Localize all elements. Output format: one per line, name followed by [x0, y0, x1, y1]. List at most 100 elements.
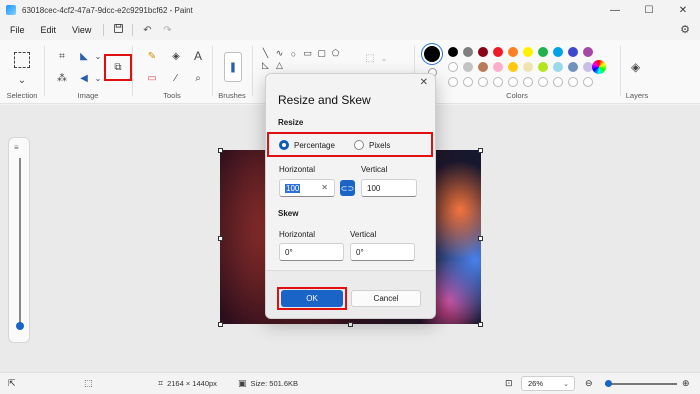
close-icon[interactable]: ✕: [420, 77, 428, 88]
color-swatch[interactable]: [553, 62, 563, 72]
dialog-title: Resize and Skew: [278, 93, 371, 107]
vertical-label: Vertical: [361, 165, 388, 174]
vertical-zoom-track[interactable]: [19, 158, 21, 328]
color-swatch[interactable]: [538, 47, 548, 57]
close-window-button[interactable]: ✕: [666, 0, 700, 20]
color-swatch[interactable]: [463, 62, 473, 72]
chevron-down-icon[interactable]: ⌄: [376, 50, 392, 66]
custom-color-slot[interactable]: [508, 77, 518, 87]
line-shape-icon[interactable]: ╲: [260, 48, 271, 59]
text-icon[interactable]: A: [190, 48, 206, 64]
ok-button[interactable]: OK: [281, 290, 343, 307]
color-picker-icon[interactable]: ⁄: [168, 70, 184, 86]
color-swatch[interactable]: [448, 62, 458, 72]
zoom-in-icon[interactable]: ⊕: [682, 378, 690, 389]
maximize-button[interactable]: ☐: [632, 0, 666, 20]
ribbon-divider: [252, 46, 253, 96]
percentage-radio[interactable]: [279, 140, 289, 150]
color-swatch[interactable]: [463, 47, 473, 57]
rectangle-shape-icon[interactable]: ▭: [302, 48, 313, 59]
vertical-input[interactable]: 100: [361, 179, 417, 197]
percentage-radio-label[interactable]: Percentage: [294, 141, 335, 150]
color-swatch[interactable]: [583, 47, 593, 57]
custom-color-slot[interactable]: [538, 77, 548, 87]
color-swatch[interactable]: [508, 47, 518, 57]
brush-icon[interactable]: ❚: [224, 52, 242, 82]
eraser-icon[interactable]: ▭: [144, 70, 160, 86]
menu-view[interactable]: View: [64, 25, 99, 35]
resize-handle[interactable]: [348, 322, 353, 327]
color-swatch[interactable]: [568, 62, 578, 72]
gear-icon[interactable]: ⚙: [680, 23, 690, 36]
magnifier-icon[interactable]: ⌕: [190, 70, 206, 86]
fill-icon[interactable]: ◈: [168, 48, 184, 64]
pixels-radio-label[interactable]: Pixels: [369, 141, 390, 150]
resize-handle[interactable]: [218, 236, 223, 241]
right-triangle-shape-icon[interactable]: △: [274, 60, 285, 71]
color-swatch[interactable]: [538, 62, 548, 72]
resize-handle[interactable]: [478, 148, 483, 153]
oval-shape-icon[interactable]: ○: [288, 48, 299, 59]
color-swatch[interactable]: [493, 47, 503, 57]
curve-shape-icon[interactable]: ∿: [274, 48, 285, 59]
triangle-shape-icon[interactable]: ◺: [260, 60, 271, 71]
custom-color-slot[interactable]: [568, 77, 578, 87]
zoom-slider-thumb[interactable]: [605, 380, 612, 387]
layers-icon[interactable]: ◈: [631, 60, 640, 74]
clear-icon[interactable]: ✕: [321, 183, 328, 192]
custom-color-slot[interactable]: [583, 77, 593, 87]
color-swatch[interactable]: [553, 47, 563, 57]
custom-color-slot[interactable]: [553, 77, 563, 87]
horizontal-input[interactable]: 100 ✕: [279, 179, 335, 197]
undo-icon[interactable]: ↶: [137, 25, 157, 36]
cancel-button[interactable]: Cancel: [351, 290, 421, 307]
menu-edit[interactable]: Edit: [33, 25, 65, 35]
zoom-out-icon[interactable]: ⊖: [585, 378, 593, 389]
color-swatch[interactable]: [508, 62, 518, 72]
chevron-down-icon[interactable]: ⌄: [14, 72, 30, 88]
polygon-shape-icon[interactable]: ⬠: [330, 48, 341, 59]
resize-handle[interactable]: [478, 236, 483, 241]
resize-handle[interactable]: [218, 322, 223, 327]
color-swatch[interactable]: [568, 47, 578, 57]
color-swatch[interactable]: [523, 47, 533, 57]
save-icon[interactable]: [108, 24, 128, 36]
link-aspect-icon[interactable]: ⊂⊃: [340, 180, 355, 196]
edit-colors-icon[interactable]: [592, 60, 606, 74]
resize-handle[interactable]: [218, 148, 223, 153]
custom-color-slot[interactable]: [463, 77, 473, 87]
pixels-radio[interactable]: [354, 140, 364, 150]
color-swatch[interactable]: [523, 62, 533, 72]
select-rectangle-icon[interactable]: [14, 52, 30, 68]
zoom-dropdown[interactable]: 26% ⌄: [521, 376, 575, 391]
vertical-zoom-panel[interactable]: ≡: [8, 137, 30, 343]
selection-group: ⌄ Selection: [0, 40, 44, 104]
color-swatch[interactable]: [478, 47, 488, 57]
minimize-button[interactable]: —: [598, 0, 632, 20]
fit-to-window-icon[interactable]: ⊡: [505, 378, 513, 389]
redo-icon[interactable]: ↷: [157, 25, 177, 36]
custom-color-slot[interactable]: [448, 77, 458, 87]
color-swatch[interactable]: [493, 62, 503, 72]
primary-color-swatch[interactable]: [424, 46, 440, 62]
custom-color-slot[interactable]: [493, 77, 503, 87]
color-swatch[interactable]: [478, 62, 488, 72]
selection-group-label: Selection: [6, 91, 38, 100]
custom-color-slot[interactable]: [478, 77, 488, 87]
vertical-zoom-thumb[interactable]: [16, 322, 24, 330]
color-swatch[interactable]: [448, 47, 458, 57]
pencil-icon[interactable]: ✎: [144, 48, 160, 64]
resize-button-highlight: [104, 54, 132, 81]
image-effects-icon[interactable]: ⁂: [54, 70, 70, 86]
skew-horizontal-input[interactable]: 0°: [279, 243, 344, 261]
zoom-slider[interactable]: [605, 380, 677, 387]
custom-color-slot[interactable]: [523, 77, 533, 87]
chevron-down-icon: ⌄: [563, 380, 569, 388]
crop-icon[interactable]: ⌗: [54, 48, 70, 64]
skew-vertical-input[interactable]: 0°: [350, 243, 415, 261]
resize-handle[interactable]: [478, 322, 483, 327]
resize-section-label: Resize: [278, 118, 304, 127]
menu-file[interactable]: File: [2, 25, 33, 35]
rounded-rect-shape-icon[interactable]: ▢: [316, 48, 327, 59]
menu-divider: [103, 24, 105, 36]
